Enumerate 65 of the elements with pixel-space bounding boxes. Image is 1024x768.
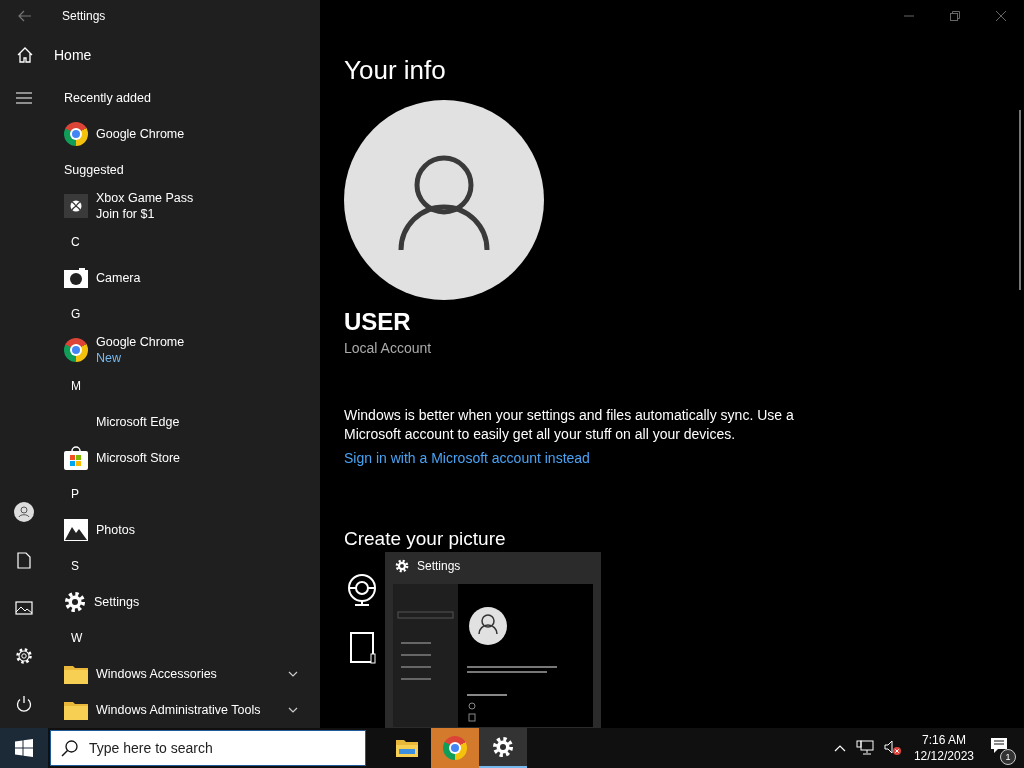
section-header: Recently added bbox=[64, 91, 151, 105]
notification-badge: 1 bbox=[1000, 749, 1016, 765]
search-icon bbox=[61, 740, 78, 757]
chevron-up-icon[interactable] bbox=[833, 744, 846, 752]
xbox-icon bbox=[64, 194, 88, 218]
app-list-item[interactable]: Settings bbox=[48, 584, 302, 620]
group-letter[interactable]: P bbox=[71, 487, 79, 501]
section-title: Create your picture bbox=[344, 528, 506, 550]
app-list-item[interactable]: Photos bbox=[48, 512, 302, 548]
back-arrow-icon[interactable] bbox=[18, 10, 32, 22]
power-icon[interactable] bbox=[15, 695, 33, 713]
app-list-item[interactable]: Camera bbox=[48, 260, 302, 296]
document-icon[interactable] bbox=[17, 551, 31, 569]
group-letter[interactable]: S bbox=[71, 559, 79, 573]
browse-icon[interactable] bbox=[350, 632, 376, 664]
home-icon bbox=[16, 46, 34, 64]
menu-icon[interactable] bbox=[16, 92, 32, 104]
webcam-icon[interactable] bbox=[347, 574, 377, 606]
chrome-icon bbox=[443, 736, 467, 760]
app-list-item[interactable]: Xbox Game Pass Join for $1 bbox=[48, 188, 302, 224]
settings-icon bbox=[64, 591, 86, 613]
group-letter[interactable]: W bbox=[71, 631, 83, 645]
notification-icon[interactable] bbox=[990, 737, 1010, 755]
settings-icon bbox=[395, 559, 409, 573]
app-list-item[interactable]: Windows Administrative Tools bbox=[48, 692, 302, 728]
app-list-item[interactable]: Microsoft Edge bbox=[48, 404, 302, 440]
settings-icon bbox=[492, 736, 514, 758]
sync-message: Windows is better when your settings and files automatically sync. Use a Microsoft account to easily get all your stuff on all your devices. bbox=[344, 406, 795, 444]
account-name: USER bbox=[344, 308, 411, 336]
sign-in-link[interactable]: Sign in with a Microsoft account instead bbox=[344, 450, 590, 466]
chrome-icon bbox=[64, 338, 88, 362]
clock[interactable]: 7:16 AM 12/12/2023 bbox=[913, 732, 974, 764]
close-icon[interactable] bbox=[996, 11, 1006, 21]
speaker-muted-icon[interactable] bbox=[883, 740, 902, 756]
group-letter[interactable]: G bbox=[71, 307, 81, 321]
page-title: Your info bbox=[344, 54, 446, 87]
chrome-icon bbox=[64, 122, 88, 146]
window-preview[interactable]: Settings bbox=[385, 552, 601, 728]
group-letter[interactable]: C bbox=[71, 235, 80, 249]
section-header: Suggested bbox=[64, 163, 124, 177]
home-nav-item[interactable]: Home bbox=[0, 34, 320, 76]
folder-icon bbox=[64, 664, 88, 684]
start-button[interactable] bbox=[0, 728, 48, 768]
account-type: Local Account bbox=[344, 340, 432, 356]
preview-title: Settings bbox=[417, 559, 461, 573]
settings-icon[interactable] bbox=[15, 647, 33, 665]
photos-icon bbox=[64, 519, 88, 541]
network-icon[interactable] bbox=[855, 740, 874, 756]
app-list-item[interactable]: Google Chrome bbox=[48, 116, 302, 152]
search-field[interactable]: Type here to search bbox=[50, 730, 366, 766]
pictures-icon[interactable] bbox=[15, 601, 33, 615]
restore-icon[interactable] bbox=[950, 11, 960, 21]
folder-icon bbox=[396, 739, 418, 757]
folder-icon bbox=[64, 700, 88, 720]
app-list-item[interactable]: Google Chrome New bbox=[48, 332, 302, 368]
window-title: Settings bbox=[62, 9, 106, 23]
scrollbar[interactable] bbox=[1019, 110, 1021, 290]
windows-logo-icon bbox=[15, 739, 33, 757]
user-icon[interactable] bbox=[14, 502, 34, 522]
camera-icon bbox=[64, 268, 88, 288]
store-icon bbox=[64, 446, 88, 470]
app-list-item[interactable]: Windows Accessories bbox=[48, 656, 302, 692]
app-list-item[interactable]: Microsoft Store bbox=[48, 440, 302, 476]
group-letter[interactable]: M bbox=[71, 379, 81, 393]
taskbar-app-button[interactable] bbox=[479, 728, 527, 768]
